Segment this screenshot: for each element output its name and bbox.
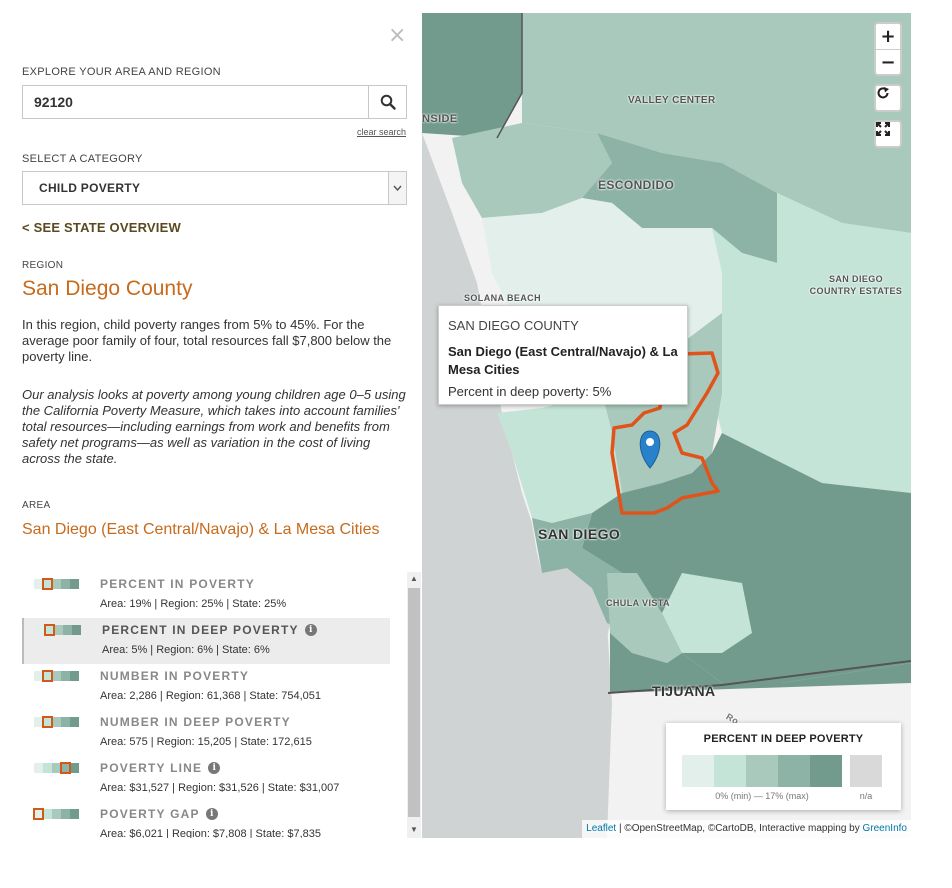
stat-values: Area: 575 | Region: 15,205 | State: 172,…: [100, 736, 312, 748]
map-popup: SAN DIEGO COUNTY San Diego (East Central…: [438, 305, 688, 405]
scrollbar[interactable]: ▲ ▼: [407, 572, 421, 838]
map[interactable]: VALLEY CENTER NSIDE ESCONDIDO SAN DIEGO …: [422, 13, 911, 838]
stat-item[interactable]: PERCENT IN DEEP POVERTY i Area: 5% | Regio…: [22, 618, 390, 664]
stat-name: POVERTY GAP i: [100, 807, 218, 821]
category-select[interactable]: CHILD POVERTY: [22, 171, 407, 205]
area-label: AREA: [22, 500, 51, 511]
stat-label: PERCENT IN POVERTY: [100, 577, 255, 591]
fullscreen-icon: [876, 122, 890, 136]
stat-name: NUMBER IN POVERTY: [100, 669, 249, 683]
legend-na-label: n/a: [859, 791, 873, 801]
legend-range: 0% (min) — 17% (max): [715, 791, 809, 801]
close-icon[interactable]: ×: [388, 25, 406, 47]
popup-area-name: San Diego (East Central/Navajo) & La Mes…: [448, 344, 678, 377]
scrollbar-thumb[interactable]: [408, 588, 420, 817]
stat-marker: [42, 670, 53, 682]
stat-swatch: [34, 716, 79, 728]
stat-values: Area: $31,527 | Region: $31,526 | State:…: [100, 782, 340, 794]
area-title: San Diego (East Central/Navajo) & La Mes…: [22, 521, 380, 538]
region-label: REGION: [22, 260, 64, 271]
map-canvas: [422, 13, 911, 838]
clear-search-link[interactable]: clear search: [357, 127, 406, 137]
stat-swatch: [34, 670, 79, 682]
stat-item[interactable]: POVERTY GAP i Area: $6,021 | Region: $7,80…: [22, 802, 390, 838]
stat-name: POVERTY LINE i: [100, 761, 221, 775]
zoom-control: + −: [874, 22, 902, 76]
legend-bin: [682, 755, 714, 787]
stat-marker: [33, 808, 44, 820]
stat-marker: [42, 716, 53, 728]
stat-item[interactable]: POVERTY LINE i Area: $31,527 | Region: $31…: [22, 756, 390, 802]
place-label-chula-vista: CHULA VISTA: [606, 598, 670, 608]
stat-swatch: [34, 578, 79, 590]
stat-label: NUMBER IN DEEP POVERTY: [100, 715, 291, 729]
info-icon[interactable]: i: [208, 762, 221, 774]
legend-bin: [778, 755, 810, 787]
legend-na-swatch: [850, 755, 882, 787]
zoom-in-button[interactable]: +: [876, 24, 900, 49]
scroll-up-icon[interactable]: ▲: [410, 574, 418, 583]
scroll-down-icon[interactable]: ▼: [410, 825, 418, 834]
explore-label: EXPLORE YOUR AREA AND REGION: [22, 66, 221, 78]
stat-marker: [42, 578, 53, 590]
stat-label: POVERTY LINE: [100, 761, 203, 775]
map-attribution: Leaflet | ©OpenStreetMap, ©CartoDB, Inte…: [582, 820, 911, 838]
popup-value: Percent in deep poverty: 5%: [448, 384, 612, 399]
stat-label: PERCENT IN DEEP POVERTY: [102, 623, 299, 637]
stats-list: PERCENT IN POVERTY Area: 19% | Region: 25…: [22, 572, 407, 838]
info-icon[interactable]: i: [304, 624, 317, 636]
refresh-icon: [877, 87, 889, 99]
stat-swatch: [34, 762, 79, 774]
stat-values: Area: 5% | Region: 6% | State: 6%: [102, 644, 270, 656]
info-icon[interactable]: i: [205, 808, 218, 820]
search-button[interactable]: [368, 86, 406, 118]
stat-name: PERCENT IN DEEP POVERTY i: [102, 623, 317, 637]
zoom-out-button[interactable]: −: [876, 49, 900, 74]
reset-view-button[interactable]: [874, 84, 902, 112]
search-box: [22, 85, 407, 119]
stat-item[interactable]: PERCENT IN POVERTY Area: 19% | Region: 25…: [22, 572, 390, 618]
place-label-oceanside: NSIDE: [422, 113, 458, 125]
place-label-san-diego-country-estates: SAN DIEGO COUNTRY ESTATES: [809, 274, 903, 296]
stat-name: NUMBER IN DEEP POVERTY: [100, 715, 291, 729]
stat-values: Area: 2,286 | Region: 61,368 | State: 75…: [100, 690, 321, 702]
attribution-text: | ©OpenStreetMap, ©CartoDB, Interactive …: [616, 823, 863, 834]
state-overview-link[interactable]: < SEE STATE OVERVIEW: [22, 220, 181, 235]
leaflet-link[interactable]: Leaflet: [586, 823, 616, 834]
greeninfo-link[interactable]: GreenInfo: [863, 823, 907, 834]
category-select-value: CHILD POVERTY: [39, 181, 141, 195]
stat-swatch: [33, 808, 79, 820]
stat-label: POVERTY GAP: [100, 807, 200, 821]
chevron-down-icon: [388, 172, 406, 204]
place-label-valley-center: VALLEY CENTER: [628, 95, 716, 106]
place-label-san-diego: SAN DIEGO: [538, 526, 621, 542]
place-label-solana-beach: SOLANA BEACH: [464, 293, 541, 303]
map-legend: PERCENT IN DEEP POVERTY 0% (min) — 17% (…: [666, 723, 901, 810]
stat-values: Area: $6,021 | Region: $7,808 | State: $…: [100, 828, 321, 838]
stat-name: PERCENT IN POVERTY: [100, 577, 255, 591]
legend-bin: [810, 755, 842, 787]
popup-region: SAN DIEGO COUNTY: [448, 318, 579, 333]
stat-values: Area: 19% | Region: 25% | State: 25%: [100, 598, 287, 610]
fullscreen-button[interactable]: [874, 120, 902, 148]
legend-bin: [746, 755, 778, 787]
region-description: In this region, child poverty ranges fro…: [22, 317, 392, 364]
search-icon: [380, 94, 396, 110]
stat-label: NUMBER IN POVERTY: [100, 669, 250, 683]
sidebar-panel: × EXPLORE YOUR AREA AND REGION clear sea…: [0, 0, 422, 888]
legend-bins: [682, 755, 842, 787]
analysis-note: Our analysis looks at poverty among youn…: [22, 387, 406, 466]
category-label: SELECT A CATEGORY: [22, 153, 143, 165]
stat-item[interactable]: NUMBER IN POVERTY Area: 2,286 | Region: 6…: [22, 664, 390, 710]
search-input[interactable]: [23, 86, 368, 118]
legend-title: PERCENT IN DEEP POVERTY: [703, 733, 864, 745]
stat-swatch: [36, 624, 81, 636]
stat-marker: [60, 762, 71, 774]
stat-marker: [44, 624, 55, 636]
place-label-tijuana: TIJUANA: [652, 683, 716, 699]
place-label-escondido: ESCONDIDO: [598, 178, 675, 192]
stat-item[interactable]: NUMBER IN DEEP POVERTY Area: 575 | Region…: [22, 710, 390, 756]
legend-bin: [714, 755, 746, 787]
region-title: San Diego County: [22, 277, 193, 300]
